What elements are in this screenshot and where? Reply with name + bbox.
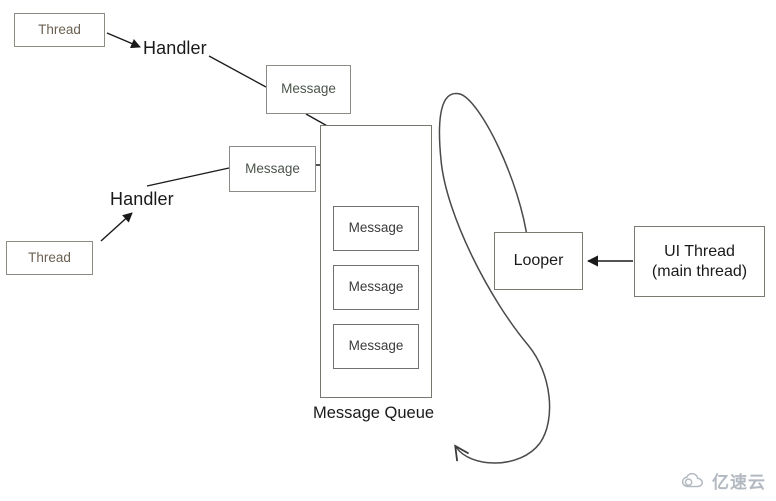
node-queue-message-2-label: Message bbox=[348, 279, 404, 295]
node-message-top[interactable]: Message bbox=[266, 65, 351, 114]
node-message-middle-label: Message bbox=[245, 160, 300, 176]
node-thread-bottom-label: Thread bbox=[28, 249, 71, 265]
node-thread-bottom[interactable]: Thread bbox=[6, 241, 93, 275]
node-message-middle[interactable]: Message bbox=[229, 146, 316, 192]
node-thread-top[interactable]: Thread bbox=[14, 13, 105, 47]
node-message-top-label: Message bbox=[281, 81, 336, 97]
cloud-icon bbox=[681, 472, 703, 487]
label-handler-bottom: Handler bbox=[110, 189, 174, 210]
node-queue-message-3-label: Message bbox=[348, 338, 404, 354]
watermark-text: 亿速云 bbox=[712, 473, 766, 492]
label-handler-top-text: Handler bbox=[143, 38, 207, 58]
node-thread-top-label: Thread bbox=[38, 21, 81, 37]
label-message-queue: Message Queue bbox=[313, 404, 434, 423]
node-looper[interactable]: Looper bbox=[494, 232, 583, 290]
node-queue-message-2[interactable]: Message bbox=[333, 265, 419, 310]
connector-handler-bottom-to-message bbox=[146, 167, 230, 187]
node-queue-message-3[interactable]: Message bbox=[333, 324, 419, 369]
node-ui-thread-line1: UI Thread bbox=[664, 242, 735, 260]
node-ui-thread-line2: (main thread) bbox=[651, 262, 748, 280]
node-queue-message-1[interactable]: Message bbox=[333, 206, 419, 251]
arrow-thread-top-to-handler bbox=[106, 32, 141, 49]
node-looper-label: Looper bbox=[513, 252, 564, 269]
connector-handler-top-to-message bbox=[208, 55, 267, 88]
label-message-queue-text: Message Queue bbox=[313, 404, 435, 422]
diagram-canvas: Thread Handler Message Message Handler T… bbox=[0, 0, 776, 501]
node-ui-thread[interactable]: UI Thread (main thread) bbox=[634, 226, 765, 297]
watermark: 亿速云 bbox=[681, 468, 766, 493]
label-handler-top: Handler bbox=[143, 38, 207, 59]
arrow-thread-bottom-to-handler bbox=[100, 212, 133, 242]
node-queue-message-1-label: Message bbox=[348, 220, 404, 236]
label-handler-bottom-text: Handler bbox=[110, 189, 174, 209]
